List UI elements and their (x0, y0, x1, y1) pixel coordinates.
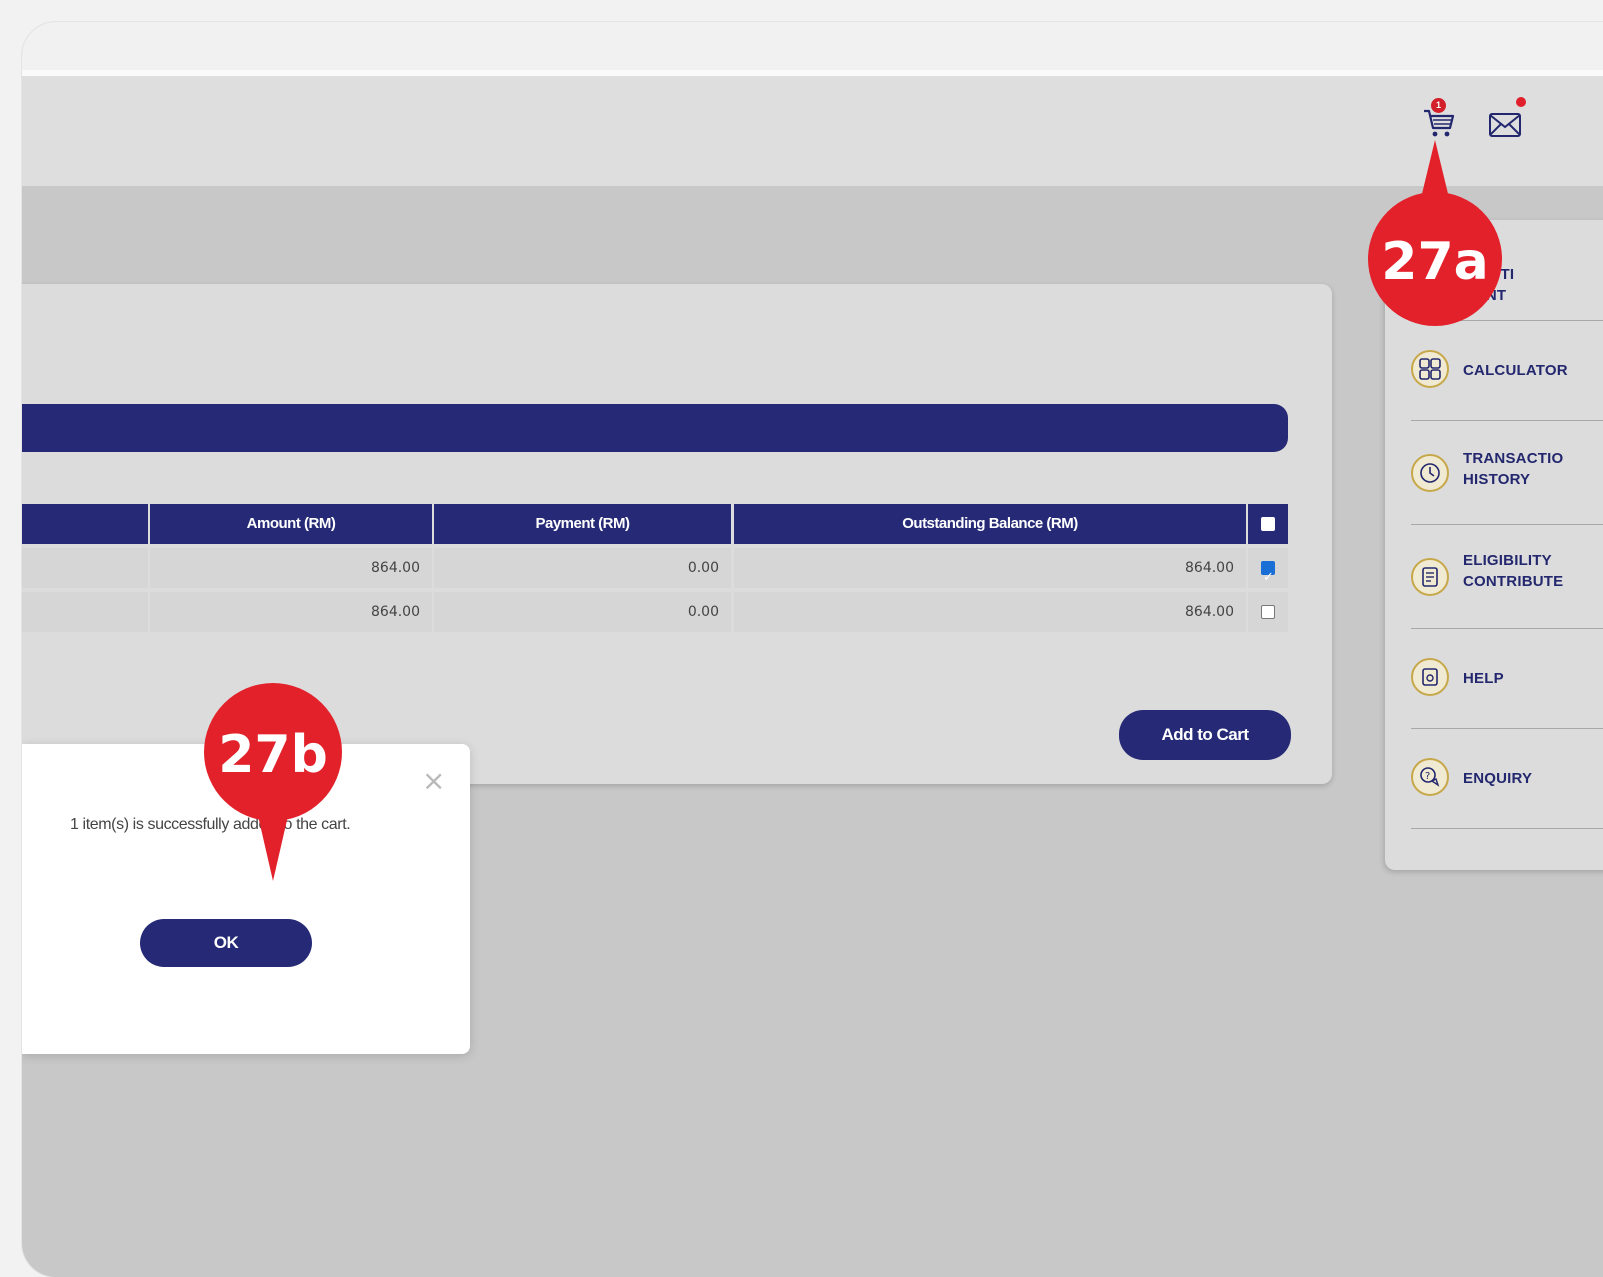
outstanding-cell: 864.00 (734, 592, 1246, 632)
cart-count-badge: 1 (1431, 98, 1446, 113)
help-icon (1411, 658, 1449, 696)
top-header (22, 76, 1603, 186)
select-all-cell (1248, 504, 1288, 544)
document-icon (1411, 558, 1449, 596)
svg-text:?: ? (1425, 771, 1430, 782)
sidebar-item-enquiry[interactable]: ? ENQUIRY (1411, 728, 1603, 829)
notification-dot (1516, 97, 1526, 107)
row-select-cell (1248, 592, 1288, 632)
table-cell (22, 548, 148, 588)
payment-cell: 0.00 (434, 548, 731, 588)
enquiry-icon: ? (1411, 758, 1449, 796)
window-titlebar (22, 22, 1603, 70)
amount-cell: 864.00 (150, 592, 432, 632)
add-to-cart-button[interactable]: Add to Cart (1119, 710, 1291, 760)
annotation-pin-27a: 27a (1368, 140, 1502, 326)
amount-cell: 864.00 (150, 548, 432, 588)
close-icon[interactable]: × (422, 764, 445, 797)
table-row: 864.00 0.00 864.00 (22, 592, 1288, 632)
payment-cell: 0.00 (434, 592, 731, 632)
outstanding-cell: 864.00 (734, 548, 1246, 588)
sidebar-item-eligibility[interactable]: ELIGIBILITY CONTRIBUTE (1411, 524, 1603, 629)
annotation-label: 27a (1381, 232, 1488, 292)
sidebar-item-calculator[interactable]: CALCULATOR (1411, 320, 1603, 421)
sidebar-item-label: CALCULATOR (1463, 362, 1568, 379)
sidebar-item-transaction-history[interactable]: TRANSACTIO HISTORY (1411, 420, 1603, 525)
row-select-cell (1248, 548, 1288, 598)
table-header-row: Amount (RM) Payment (RM) Outstanding Bal… (22, 504, 1288, 544)
sidebar-item-label: TRANSACTIO HISTORY (1463, 450, 1564, 488)
table-row: 864.00 0.00 864.00 (22, 548, 1288, 598)
section-header-bar (22, 404, 1288, 452)
app-window: Amount (RM) Payment (RM) Outstanding Bal… (22, 22, 1603, 1277)
calculator-icon (1411, 350, 1449, 388)
sidebar-item-label: ENQUIRY (1463, 770, 1533, 787)
table-header-cell (22, 504, 148, 544)
row-checkbox[interactable] (1261, 605, 1275, 619)
annotation-pin-27b: 27b (204, 683, 342, 881)
sidebar-item-label: HELP (1463, 670, 1504, 687)
row-checkbox-checked[interactable] (1261, 558, 1275, 598)
column-header-payment: Payment (RM) (434, 504, 731, 544)
sidebar-item-help[interactable]: HELP (1411, 628, 1603, 729)
ok-button[interactable]: OK (140, 919, 312, 967)
annotation-label: 27b (218, 725, 328, 785)
clock-icon (1411, 454, 1449, 492)
select-all-checkbox[interactable] (1261, 517, 1275, 532)
sidebar-item-label: ELIGIBILITY CONTRIBUTE (1463, 552, 1564, 590)
column-header-outstanding: Outstanding Balance (RM) (734, 504, 1246, 544)
table-cell (22, 592, 148, 632)
column-header-amount: Amount (RM) (150, 504, 432, 544)
